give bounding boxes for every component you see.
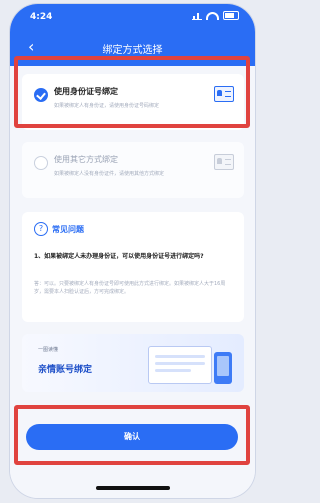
monitor-illustration [148, 346, 212, 384]
option-title: 使用其它方式绑定 [54, 155, 118, 164]
faq-question: 1、如果被绑定人未办理身份证，可以使用身份证号进行绑定吗? [34, 253, 204, 260]
banner-subtitle: 一图读懂 [38, 347, 59, 353]
option-description: 如果被绑定人没有身份证件，请使用其他方式绑定 [54, 171, 165, 177]
banner-title: 亲情账号绑定 [38, 365, 93, 375]
status-time: 4:24 [30, 12, 53, 22]
highlight-selected-option [14, 56, 250, 128]
banner-illustration [144, 342, 234, 386]
highlight-confirm-button [14, 405, 250, 465]
home-indicator [96, 486, 170, 490]
signal-icon [192, 12, 202, 20]
document-icon [214, 154, 234, 170]
phone-illustration [214, 352, 232, 384]
wifi-icon [206, 11, 219, 20]
faq-card: ? 常见问题 1、如果被绑定人未办理身份证，可以使用身份证号进行绑定吗? 答：可… [22, 212, 244, 322]
status-icons [192, 11, 239, 20]
radio-unchecked-icon[interactable] [34, 156, 48, 170]
faq-answer: 答：可以。只要被绑定人有身份证号即可使用此方式进行绑定。如果被绑定人大于16周岁… [34, 281, 226, 295]
guide-banner[interactable]: 一图读懂 亲情账号绑定 [22, 334, 244, 392]
battery-icon [223, 11, 239, 20]
question-icon: ? [34, 222, 48, 236]
page-title: 绑定方式选择 [102, 45, 163, 56]
status-bar: 4:24 [10, 4, 255, 28]
faq-title: 常见问题 [52, 225, 84, 234]
option-other-method[interactable]: 使用其它方式绑定 如果被绑定人没有身份证件，请使用其他方式绑定 [22, 142, 244, 198]
